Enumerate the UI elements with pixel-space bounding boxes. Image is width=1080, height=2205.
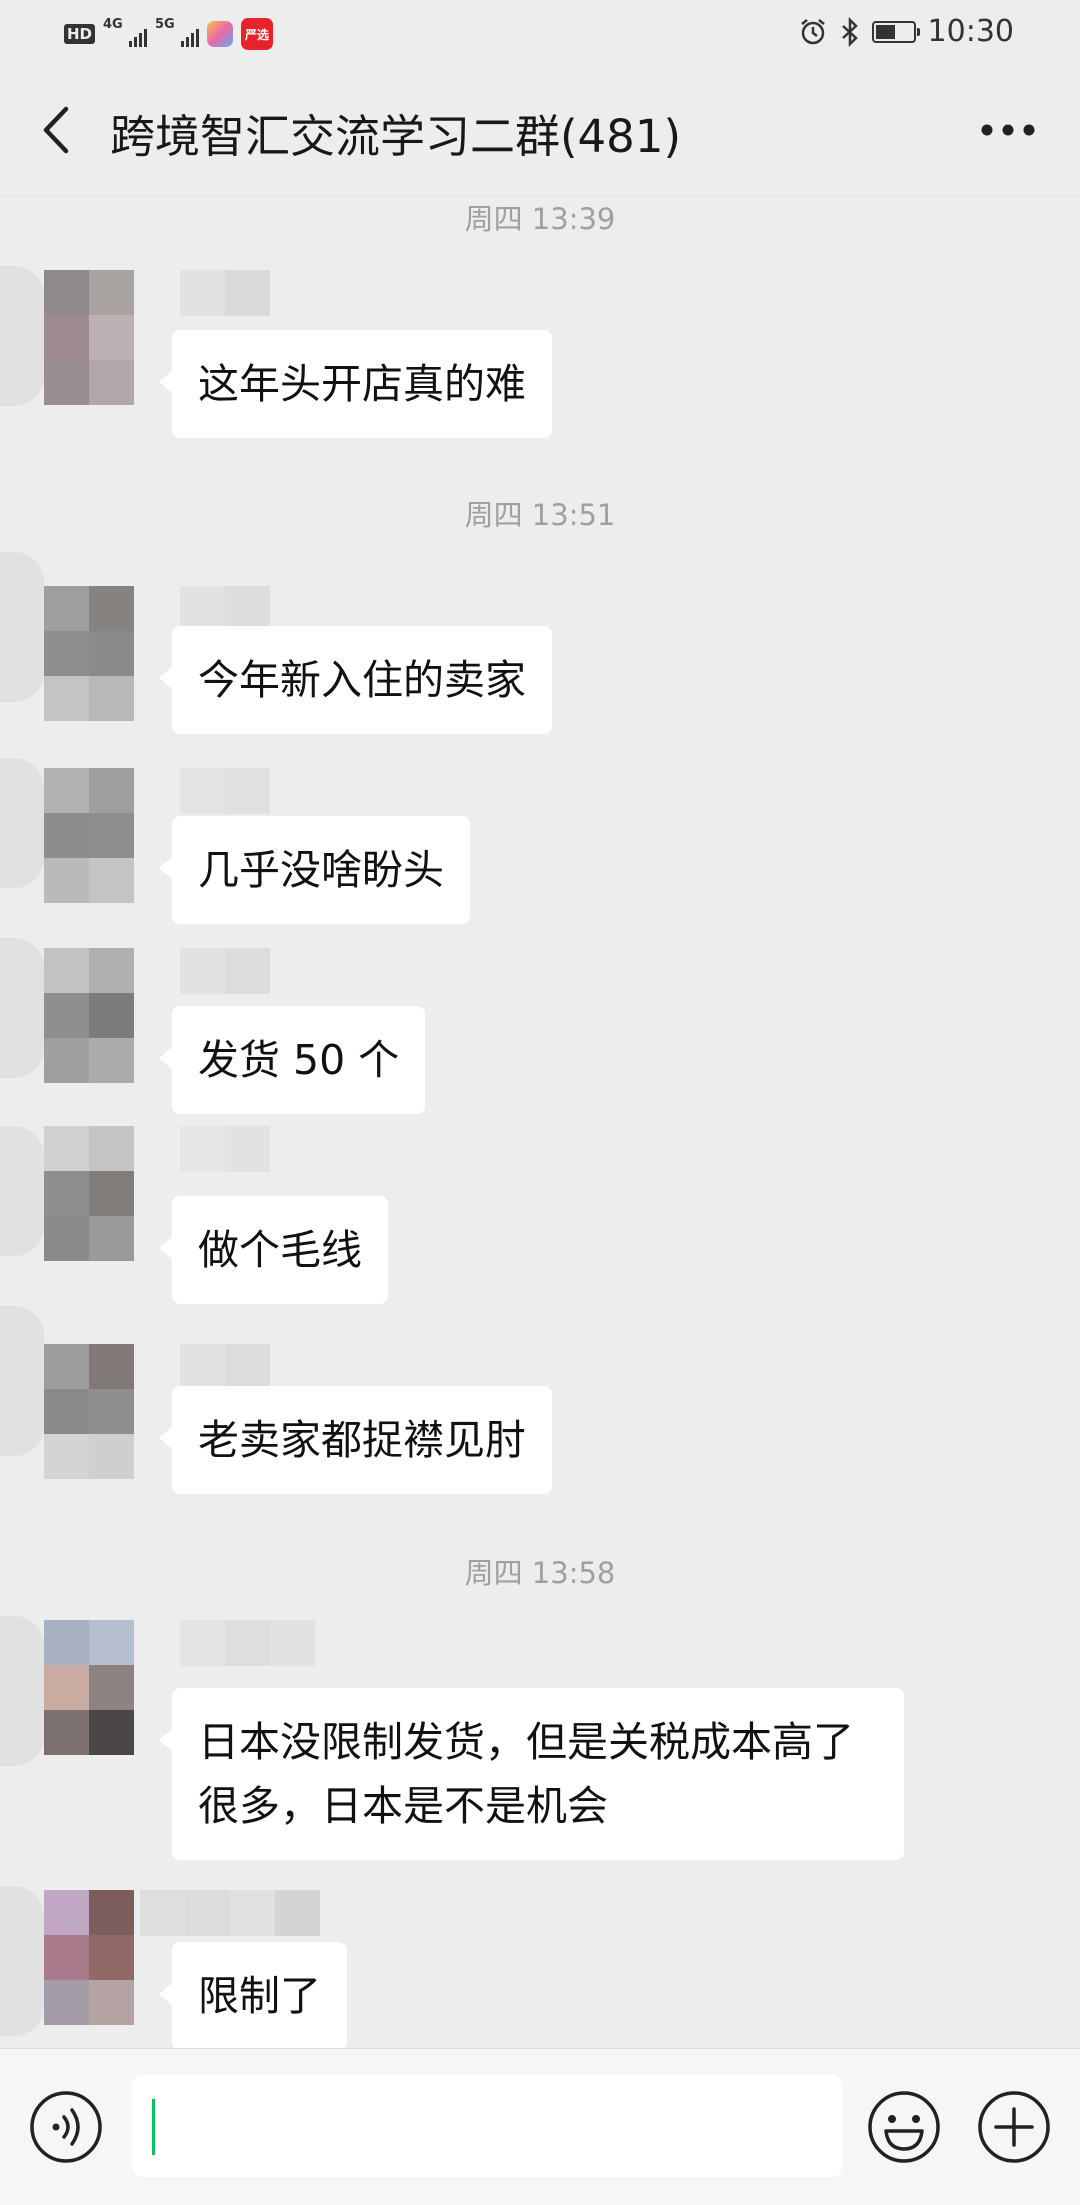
avatar-blur [0, 1306, 44, 1456]
message-bubble[interactable]: 日本没限制发货，但是关税成本高了很多，日本是不是机会 [159, 1688, 904, 1860]
voice-button[interactable] [28, 2089, 104, 2165]
avatar[interactable] [44, 1344, 134, 1480]
message-bubble[interactable]: 这年头开店真的难 [159, 330, 552, 438]
sender-name-blurred [180, 1344, 270, 1390]
message-bubble[interactable]: 老卖家都捉襟见肘 [159, 1386, 552, 1494]
back-button[interactable] [28, 102, 84, 158]
input-bar [0, 2048, 1080, 2205]
message-bubble[interactable]: 今年新入住的卖家 [159, 626, 552, 734]
hd-badge: HD [64, 24, 96, 44]
avatar[interactable] [44, 1126, 134, 1262]
chat-header: 跨境智汇交流学习二群(481) [0, 66, 1080, 197]
more-button[interactable] [976, 106, 1040, 154]
sender-name-blurred [180, 768, 270, 814]
status-bar: HD 4G 5G 严选 10:30 [0, 0, 1080, 66]
timestamp: 周四 13:51 [464, 498, 616, 532]
avatar-blur [0, 1886, 44, 2036]
more-functions-button[interactable] [976, 2089, 1052, 2165]
avatar[interactable] [44, 768, 134, 904]
avatar[interactable] [44, 270, 134, 406]
alarm-icon [800, 18, 825, 44]
notification-app-icon [207, 21, 234, 47]
status-left: HD 4G 5G 严选 [64, 17, 274, 50]
voice-icon [30, 2091, 102, 2163]
message-bubble[interactable]: 发货 50 个 [158, 1006, 426, 1114]
timestamp: 周四 13:39 [464, 202, 616, 236]
battery-icon [871, 20, 920, 43]
sender-name-blurred [140, 1890, 320, 1936]
avatar-blur [0, 1616, 44, 1766]
avatar-blur [0, 1126, 44, 1256]
emoji-icon [868, 2091, 940, 2163]
avatar-blur [0, 266, 44, 406]
chat-messages[interactable]: 周四 13:39 这年头开店真的难 周四 13:51 今年新入住的卖家 几乎没啥… [0, 196, 1080, 2048]
emoji-button[interactable] [866, 2089, 942, 2165]
message-bubble[interactable]: 几乎没啥盼头 [159, 816, 470, 924]
sender-name-blurred [180, 270, 270, 316]
yanxuan-app-icon: 严选 [241, 18, 274, 50]
bluetooth-icon [841, 16, 858, 47]
signal-5g-icon: 5G [155, 17, 200, 49]
plus-icon [978, 2091, 1050, 2163]
avatar[interactable] [44, 586, 134, 722]
group-title: 跨境智汇交流学习二群(481) [110, 110, 682, 163]
chevron-left-icon [43, 106, 69, 154]
avatar-blur [0, 758, 44, 888]
timestamp: 周四 13:58 [464, 1556, 616, 1590]
more-dots-icon [981, 124, 1035, 136]
text-cursor [152, 2099, 155, 2155]
avatar[interactable] [44, 1890, 134, 2026]
signal-4g-icon: 4G [103, 17, 148, 49]
status-right: 10:30 [798, 14, 1014, 49]
message-bubble[interactable]: 做个毛线 [159, 1196, 388, 1304]
avatar[interactable] [44, 1620, 134, 1756]
avatar-blur [0, 938, 44, 1078]
avatar[interactable] [44, 948, 134, 1084]
avatar-blur [0, 552, 44, 702]
message-input[interactable] [132, 2075, 842, 2177]
sender-name-blurred [180, 1620, 315, 1666]
status-time: 10:30 [927, 14, 1014, 49]
sender-name-blurred [180, 1126, 270, 1172]
sender-name-blurred [180, 948, 270, 994]
message-bubble[interactable]: 限制了 [159, 1942, 347, 2048]
